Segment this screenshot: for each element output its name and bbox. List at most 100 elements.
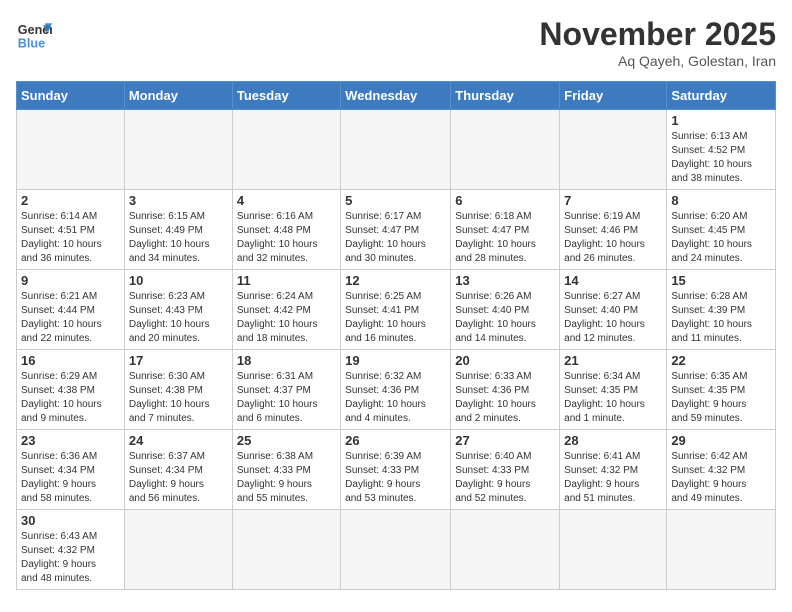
- calendar-header-row: SundayMondayTuesdayWednesdayThursdayFrid…: [17, 82, 776, 110]
- logo: General Blue: [16, 16, 52, 52]
- calendar-cell: [124, 510, 232, 590]
- calendar-table: SundayMondayTuesdayWednesdayThursdayFrid…: [16, 81, 776, 590]
- day-header-sunday: Sunday: [17, 82, 125, 110]
- day-number: 12: [345, 273, 446, 288]
- calendar-cell: 21 Sunrise: 6:34 AM Sunset: 4:35 PM Dayli…: [560, 350, 667, 430]
- day-number: 19: [345, 353, 446, 368]
- day-number: 1: [671, 113, 771, 128]
- day-info: Sunrise: 6:26 AM Sunset: 4:40 PM Dayligh…: [455, 290, 555, 346]
- day-info: Sunrise: 6:27 AM Sunset: 4:40 PM Dayligh…: [564, 290, 662, 346]
- calendar-cell: 27 Sunrise: 6:40 AM Sunset: 4:33 PM Dayli…: [451, 430, 560, 510]
- calendar-cell: [560, 110, 667, 190]
- day-number: 6: [455, 193, 555, 208]
- calendar-week-row: 9 Sunrise: 6:21 AM Sunset: 4:44 PM Daylig…: [17, 270, 776, 350]
- calendar-cell: 15 Sunrise: 6:28 AM Sunset: 4:39 PM Dayli…: [667, 270, 776, 350]
- day-header-monday: Monday: [124, 82, 232, 110]
- day-info: Sunrise: 6:28 AM Sunset: 4:39 PM Dayligh…: [671, 290, 771, 346]
- day-info: Sunrise: 6:17 AM Sunset: 4:47 PM Dayligh…: [345, 210, 446, 266]
- day-number: 26: [345, 433, 446, 448]
- calendar-cell: 9 Sunrise: 6:21 AM Sunset: 4:44 PM Daylig…: [17, 270, 125, 350]
- day-info: Sunrise: 6:36 AM Sunset: 4:34 PM Dayligh…: [21, 450, 120, 506]
- day-info: Sunrise: 6:40 AM Sunset: 4:33 PM Dayligh…: [455, 450, 555, 506]
- day-info: Sunrise: 6:13 AM Sunset: 4:52 PM Dayligh…: [671, 130, 771, 186]
- day-info: Sunrise: 6:35 AM Sunset: 4:35 PM Dayligh…: [671, 370, 771, 426]
- day-number: 9: [21, 273, 120, 288]
- day-number: 2: [21, 193, 120, 208]
- day-header-thursday: Thursday: [451, 82, 560, 110]
- calendar-cell: 17Sunrise: 6:30 AM Sunset: 4:38 PM Dayli…: [124, 350, 232, 430]
- calendar-cell: 18 Sunrise: 6:31 AM Sunset: 4:37 PM Dayli…: [232, 350, 340, 430]
- day-info: Sunrise: 6:24 AM Sunset: 4:42 PM Dayligh…: [237, 290, 336, 346]
- day-info: Sunrise: 6:32 AM Sunset: 4:36 PM Dayligh…: [345, 370, 446, 426]
- location-subtitle: Aq Qayeh, Golestan, Iran: [539, 53, 776, 69]
- day-header-friday: Friday: [560, 82, 667, 110]
- calendar-cell: [232, 110, 340, 190]
- day-number: 11: [237, 273, 336, 288]
- day-number: 27: [455, 433, 555, 448]
- day-number: 13: [455, 273, 555, 288]
- svg-text:Blue: Blue: [18, 37, 45, 51]
- month-title: November 2025: [539, 16, 776, 53]
- calendar-week-row: 30Sunrise: 6:43 AM Sunset: 4:32 PM Dayli…: [17, 510, 776, 590]
- day-info: Sunrise: 6:31 AM Sunset: 4:37 PM Dayligh…: [237, 370, 336, 426]
- calendar-cell: 12Sunrise: 6:25 AM Sunset: 4:41 PM Dayli…: [341, 270, 451, 350]
- day-info: Sunrise: 6:41 AM Sunset: 4:32 PM Dayligh…: [564, 450, 662, 506]
- calendar-cell: [451, 110, 560, 190]
- day-header-wednesday: Wednesday: [341, 82, 451, 110]
- calendar-cell: 24Sunrise: 6:37 AM Sunset: 4:34 PM Dayli…: [124, 430, 232, 510]
- title-block: November 2025 Aq Qayeh, Golestan, Iran: [539, 16, 776, 69]
- calendar-cell: 16 Sunrise: 6:29 AM Sunset: 4:38 PM Dayli…: [17, 350, 125, 430]
- day-info: Sunrise: 6:34 AM Sunset: 4:35 PM Dayligh…: [564, 370, 662, 426]
- calendar-cell: 14Sunrise: 6:27 AM Sunset: 4:40 PM Dayli…: [560, 270, 667, 350]
- calendar-cell: [124, 110, 232, 190]
- day-header-tuesday: Tuesday: [232, 82, 340, 110]
- calendar-cell: 2 Sunrise: 6:14 AM Sunset: 4:51 PM Daylig…: [17, 190, 125, 270]
- day-number: 21: [564, 353, 662, 368]
- day-number: 16: [21, 353, 120, 368]
- day-info: Sunrise: 6:20 AM Sunset: 4:45 PM Dayligh…: [671, 210, 771, 266]
- calendar-cell: 20Sunrise: 6:33 AM Sunset: 4:36 PM Dayli…: [451, 350, 560, 430]
- day-info: Sunrise: 6:14 AM Sunset: 4:51 PM Dayligh…: [21, 210, 120, 266]
- day-info: Sunrise: 6:21 AM Sunset: 4:44 PM Dayligh…: [21, 290, 120, 346]
- day-number: 8: [671, 193, 771, 208]
- day-number: 10: [129, 273, 228, 288]
- calendar-cell: 29Sunrise: 6:42 AM Sunset: 4:32 PM Dayli…: [667, 430, 776, 510]
- logo-icon: General Blue: [16, 16, 52, 52]
- calendar-cell: [17, 110, 125, 190]
- day-info: Sunrise: 6:16 AM Sunset: 4:48 PM Dayligh…: [237, 210, 336, 266]
- calendar-cell: 23Sunrise: 6:36 AM Sunset: 4:34 PM Dayli…: [17, 430, 125, 510]
- calendar-cell: 6 Sunrise: 6:18 AM Sunset: 4:47 PM Daylig…: [451, 190, 560, 270]
- day-number: 17: [129, 353, 228, 368]
- day-info: Sunrise: 6:38 AM Sunset: 4:33 PM Dayligh…: [237, 450, 336, 506]
- calendar-cell: [341, 510, 451, 590]
- day-number: 15: [671, 273, 771, 288]
- day-number: 25: [237, 433, 336, 448]
- calendar-week-row: 16 Sunrise: 6:29 AM Sunset: 4:38 PM Dayli…: [17, 350, 776, 430]
- day-info: Sunrise: 6:19 AM Sunset: 4:46 PM Dayligh…: [564, 210, 662, 266]
- calendar-cell: 4 Sunrise: 6:16 AM Sunset: 4:48 PM Daylig…: [232, 190, 340, 270]
- calendar-cell: 3 Sunrise: 6:15 AM Sunset: 4:49 PM Daylig…: [124, 190, 232, 270]
- calendar-cell: 1 Sunrise: 6:13 AM Sunset: 4:52 PM Daylig…: [667, 110, 776, 190]
- day-number: 4: [237, 193, 336, 208]
- day-number: 20: [455, 353, 555, 368]
- day-info: Sunrise: 6:15 AM Sunset: 4:49 PM Dayligh…: [129, 210, 228, 266]
- day-number: 5: [345, 193, 446, 208]
- calendar-cell: [451, 510, 560, 590]
- page-header: General Blue November 2025 Aq Qayeh, Gol…: [16, 16, 776, 69]
- calendar-cell: [341, 110, 451, 190]
- day-header-saturday: Saturday: [667, 82, 776, 110]
- day-number: 29: [671, 433, 771, 448]
- calendar-cell: 8 Sunrise: 6:20 AM Sunset: 4:45 PM Daylig…: [667, 190, 776, 270]
- calendar-week-row: 23Sunrise: 6:36 AM Sunset: 4:34 PM Dayli…: [17, 430, 776, 510]
- day-info: Sunrise: 6:43 AM Sunset: 4:32 PM Dayligh…: [21, 530, 120, 586]
- day-info: Sunrise: 6:29 AM Sunset: 4:38 PM Dayligh…: [21, 370, 120, 426]
- day-number: 3: [129, 193, 228, 208]
- calendar-cell: 13 Sunrise: 6:26 AM Sunset: 4:40 PM Dayli…: [451, 270, 560, 350]
- day-number: 18: [237, 353, 336, 368]
- calendar-cell: 10 Sunrise: 6:23 AM Sunset: 4:43 PM Dayli…: [124, 270, 232, 350]
- calendar-cell: [667, 510, 776, 590]
- calendar-cell: 19 Sunrise: 6:32 AM Sunset: 4:36 PM Dayli…: [341, 350, 451, 430]
- day-info: Sunrise: 6:23 AM Sunset: 4:43 PM Dayligh…: [129, 290, 228, 346]
- calendar-cell: [232, 510, 340, 590]
- day-info: Sunrise: 6:18 AM Sunset: 4:47 PM Dayligh…: [455, 210, 555, 266]
